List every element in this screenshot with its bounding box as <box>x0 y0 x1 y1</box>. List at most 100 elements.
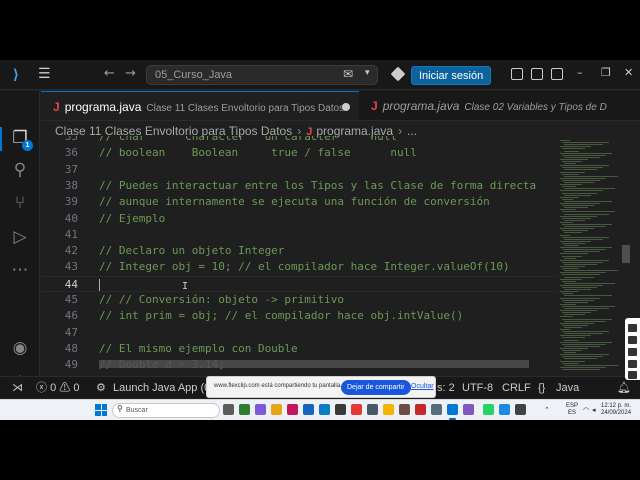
hide-banner-link[interactable]: Ocultar <box>411 383 434 390</box>
signin-button[interactable]: Iniciar sesión <box>411 66 492 85</box>
minimap-line <box>562 148 585 150</box>
command-center-search[interactable]: 05_Curso_Java ✉ ▾ <box>146 65 378 85</box>
task-view-icon[interactable] <box>223 404 234 415</box>
line-number: 47 <box>64 325 78 339</box>
tab-programa-clase-02[interactable]: Jprograma.java Clase 02 Variables y Tipos… <box>359 91 640 120</box>
code-line[interactable]: 42 // Declaro un objeto Integer <box>41 243 558 259</box>
problems-indicator[interactable]: ⓧ 0 ⚠ 0 <box>36 377 79 399</box>
code-line[interactable]: 47 <box>41 325 558 341</box>
minimize-icon[interactable]: – <box>577 66 583 79</box>
code-editor[interactable]: 35 // char Character un caracter null 36 //… <box>41 136 558 372</box>
camera-icon[interactable] <box>628 371 637 379</box>
minimap[interactable] <box>560 136 620 372</box>
code-line[interactable]: 46 // int prim = obj; // el compilador ha… <box>41 308 558 324</box>
app-icon[interactable] <box>499 404 510 415</box>
code-line[interactable]: 43 // Integer obj = 10; // el compilador … <box>41 259 558 275</box>
code-line[interactable]: 44 I <box>41 275 558 292</box>
remote-icon[interactable]: ⋊ <box>12 377 23 399</box>
unsaved-dot-icon[interactable] <box>342 103 350 111</box>
volume-icon[interactable]: ◂ <box>592 406 596 414</box>
minimap-line <box>560 303 576 305</box>
run-debug-icon[interactable]: ▷ <box>9 226 31 248</box>
indentation-status[interactable]: s: 2 <box>437 377 455 399</box>
vscode-taskbar-icon[interactable] <box>447 404 458 420</box>
forward-arrow-icon[interactable]: → <box>125 66 136 81</box>
minimap-line <box>562 362 579 364</box>
copilot-icon[interactable] <box>390 66 406 82</box>
code-text: // Integer obj = 10; // el compilador ha… <box>99 260 510 274</box>
store-icon[interactable] <box>287 404 298 415</box>
camera-icon[interactable] <box>628 336 637 344</box>
app-icon[interactable] <box>515 404 526 415</box>
wifi-icon[interactable]: ◠ <box>583 406 589 414</box>
minimap-line <box>562 224 612 225</box>
app-icon[interactable] <box>367 404 378 415</box>
minimap-line <box>564 314 585 316</box>
code-text: // Declaro un objeto Integer <box>99 244 285 258</box>
camera-icon[interactable] <box>628 348 637 356</box>
code-text: // // Conversión: objeto -> primitivo <box>99 293 345 306</box>
horizontal-scrollbar[interactable] <box>99 360 529 368</box>
language-mode[interactable]: Java <box>556 377 579 399</box>
teams-icon[interactable] <box>255 404 266 415</box>
customize-layout-icon[interactable] <box>551 68 563 80</box>
clock[interactable]: 12:12 p. m. 24/09/2024 <box>601 403 631 417</box>
widgets-icon[interactable] <box>239 404 250 415</box>
close-icon[interactable]: ✕ <box>624 66 633 79</box>
tab-programa-clase-11[interactable]: Jprograma.java Clase 11 Clases Envoltorio… <box>41 91 359 120</box>
camera-icon[interactable] <box>628 324 637 332</box>
toggle-panel-icon[interactable] <box>511 68 523 80</box>
code-line[interactable]: 41 <box>41 227 558 243</box>
language-indicator[interactable]: ESP ES <box>566 403 578 417</box>
code-line[interactable]: 39 // aunque internamente se ejecuta una … <box>41 194 558 210</box>
chrome-icon[interactable] <box>383 404 394 415</box>
command-center-text: 05_Curso_Java <box>155 69 233 81</box>
whatsapp-icon[interactable] <box>483 404 494 415</box>
camera-icon[interactable] <box>628 360 637 368</box>
code-line[interactable]: 35 // char Character un caracter null <box>41 136 558 145</box>
account-icon[interactable]: ◉ <box>9 337 31 359</box>
mail-icon[interactable] <box>303 404 314 415</box>
code-line[interactable]: 48 // El mismo ejemplo con Double <box>41 341 558 357</box>
windows-start-icon[interactable] <box>95 404 107 416</box>
screen-share-banner: www.flexclip.com está compartiendo tu pa… <box>206 376 436 398</box>
minimap-line <box>562 305 615 307</box>
outlook-icon[interactable] <box>319 404 330 415</box>
encoding-status[interactable]: UTF-8 <box>462 377 493 399</box>
vertical-scrollbar[interactable] <box>622 245 630 263</box>
extensions-icon[interactable]: ⋯ <box>9 259 31 281</box>
code-line[interactable]: 38 // Puedes interactuar entre los Tipos … <box>41 178 558 194</box>
back-arrow-icon[interactable]: ← <box>104 66 115 81</box>
stop-sharing-button[interactable]: Dejar de compartir <box>341 380 411 395</box>
file-explorer-icon[interactable] <box>271 404 282 415</box>
code-line[interactable]: 36 // boolean Boolean true / false null <box>41 145 558 161</box>
terminal-icon[interactable] <box>335 404 346 415</box>
code-line[interactable]: 37 <box>41 162 558 178</box>
eol-status[interactable]: CRLF <box>502 377 531 399</box>
menu-icon[interactable]: ☰ <box>38 66 51 82</box>
chevron-up-icon[interactable]: ⌃ <box>544 406 550 414</box>
chat-icon[interactable]: ✉ <box>343 67 353 81</box>
search-icon[interactable]: ⚲ <box>9 159 31 181</box>
minimap-line <box>560 165 609 167</box>
taskbar-search[interactable]: ⚲ Buscar <box>112 403 220 418</box>
code-line[interactable]: 45 // // Conversión: objeto -> primitivo <box>41 292 558 308</box>
source-control-icon[interactable]: ⑂ <box>9 192 31 214</box>
app-icon[interactable] <box>399 404 410 415</box>
app-icon[interactable] <box>431 404 442 415</box>
minimap-line <box>562 186 576 188</box>
app-icon[interactable] <box>463 404 474 415</box>
minimap-line <box>564 295 612 297</box>
app-icon[interactable] <box>351 404 362 415</box>
minimap-line <box>562 230 588 232</box>
toggle-sidebar-icon[interactable] <box>531 68 543 80</box>
minimap-line <box>560 360 585 362</box>
minimap-line <box>564 358 597 360</box>
launch-config[interactable]: Launch Java App (05 <box>113 377 216 399</box>
restore-icon[interactable]: ❐ <box>601 66 611 79</box>
chevron-down-icon[interactable]: ▾ <box>365 68 370 78</box>
code-line[interactable]: 40 // Ejemplo <box>41 211 558 227</box>
code-text: // Ejemplo <box>99 211 166 225</box>
bell-icon[interactable]: 🔔︎ <box>617 377 631 399</box>
app-icon[interactable] <box>415 404 426 415</box>
